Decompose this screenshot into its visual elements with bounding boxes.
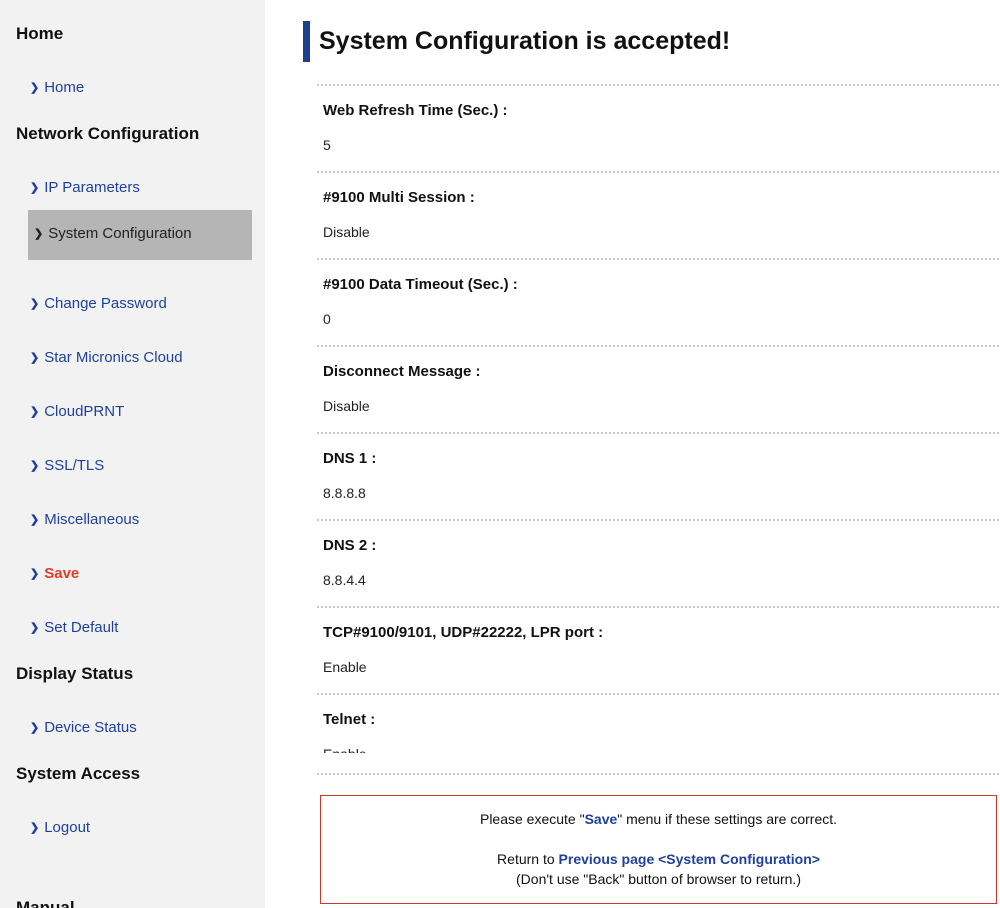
setting-label: Telnet : bbox=[323, 710, 1000, 729]
sidebar: Home ❯ Home Network Configuration ❯ IP Par… bbox=[0, 0, 265, 908]
setting-row-dns-2: DNS 2 : 8.8.4.4 bbox=[317, 519, 1000, 606]
setting-value: 8.8.4.4 bbox=[323, 571, 1000, 589]
chevron-right-icon: ❯ bbox=[30, 182, 39, 194]
sidebar-item-label: Star Micronics Cloud bbox=[44, 349, 182, 366]
chevron-right-icon: ❯ bbox=[30, 722, 39, 734]
main-content: System Configuration is accepted! Web Re… bbox=[303, 0, 1000, 904]
setting-row-disconnect-message: Disconnect Message : Disable bbox=[317, 345, 1000, 432]
notice-box: Please execute "Save" menu if these sett… bbox=[320, 795, 997, 904]
sidebar-item-device-status[interactable]: ❯ Device Status bbox=[30, 719, 265, 738]
setting-label: TCP#9100/9101, UDP#22222, LPR port : bbox=[323, 623, 1000, 642]
notice-text: Please execute " bbox=[480, 811, 585, 827]
sidebar-item-cloudprnt[interactable]: ❯ CloudPRNT bbox=[30, 403, 265, 422]
chevron-right-icon: ❯ bbox=[30, 568, 39, 580]
sidebar-item-save[interactable]: ❯ Save bbox=[30, 565, 265, 584]
sidebar-item-label: Miscellaneous bbox=[44, 511, 139, 528]
sidebar-heading-display-status: Display Status bbox=[16, 664, 265, 684]
chevron-right-icon: ❯ bbox=[30, 514, 39, 526]
chevron-right-icon: ❯ bbox=[30, 460, 39, 472]
sidebar-item-miscellaneous[interactable]: ❯ Miscellaneous bbox=[30, 511, 265, 530]
setting-label: Disconnect Message : bbox=[323, 362, 1000, 381]
setting-row-9100-data-timeout-sec: #9100 Data Timeout (Sec.) : 0 bbox=[317, 258, 1000, 345]
sidebar-item-label: Device Status bbox=[44, 719, 137, 736]
setting-row-9100-multi-session: #9100 Multi Session : Disable bbox=[317, 171, 1000, 258]
notice-text: Return to bbox=[497, 851, 558, 867]
chevron-right-icon: ❯ bbox=[30, 622, 39, 634]
dotted-divider bbox=[317, 773, 1000, 775]
sidebar-item-change-password[interactable]: ❯ Change Password bbox=[30, 295, 265, 314]
setting-row-telnet: Telnet : Enable bbox=[317, 693, 1000, 753]
sidebar-heading-manual: Manual bbox=[16, 898, 265, 908]
notice-line-2: Return to Previous page <System Configur… bbox=[331, 849, 986, 869]
setting-row-dns-1: DNS 1 : 8.8.8.8 bbox=[317, 432, 1000, 519]
chevron-right-icon: ❯ bbox=[34, 228, 43, 240]
setting-row-web-refresh-time-sec: Web Refresh Time (Sec.) : 5 bbox=[317, 84, 1000, 171]
page-title: System Configuration is accepted! bbox=[319, 21, 730, 62]
previous-page-link[interactable]: Previous page <System Configuration> bbox=[559, 851, 820, 867]
notice-spacer bbox=[331, 829, 986, 849]
setting-value: Enable bbox=[323, 745, 1000, 753]
sidebar-item-label: Set Default bbox=[44, 619, 118, 636]
setting-label: #9100 Data Timeout (Sec.) : bbox=[323, 275, 1000, 294]
sidebar-item-home[interactable]: ❯ Home bbox=[30, 79, 265, 98]
setting-row-tcp-9100-9101-udp-22222-lpr-port: TCP#9100/9101, UDP#22222, LPR port : Ena… bbox=[317, 606, 1000, 693]
sidebar-item-ssl-tls[interactable]: ❯ SSL/TLS bbox=[30, 457, 265, 476]
sidebar-item-label: Home bbox=[44, 79, 84, 96]
title-accent-bar bbox=[303, 21, 310, 62]
sidebar-section: Manual bbox=[0, 898, 265, 908]
sidebar-item-star-micronics-cloud[interactable]: ❯ Star Micronics Cloud bbox=[30, 349, 265, 368]
setting-label: Web Refresh Time (Sec.) : bbox=[323, 101, 1000, 120]
sidebar-heading-network-configuration: Network Configuration bbox=[16, 124, 265, 144]
setting-label: #9100 Multi Session : bbox=[323, 188, 1000, 207]
sidebar-item-label: Logout bbox=[44, 819, 90, 836]
sidebar-item-system-configuration[interactable]: ❯ System Configuration bbox=[28, 210, 252, 260]
setting-value: 5 bbox=[323, 136, 1000, 154]
setting-value: 8.8.8.8 bbox=[323, 484, 1000, 502]
sidebar-item-logout[interactable]: ❯ Logout bbox=[30, 819, 265, 838]
sidebar-heading-system-access: System Access bbox=[16, 764, 265, 784]
sidebar-item-label: Save bbox=[44, 565, 79, 582]
setting-label: DNS 1 : bbox=[323, 449, 1000, 468]
chevron-right-icon: ❯ bbox=[30, 82, 39, 94]
title-row: System Configuration is accepted! bbox=[303, 21, 1000, 62]
sidebar-heading-home: Home bbox=[16, 24, 265, 44]
setting-value: 0 bbox=[323, 310, 1000, 328]
chevron-right-icon: ❯ bbox=[30, 298, 39, 310]
sidebar-item-label: CloudPRNT bbox=[44, 403, 124, 420]
setting-value: Disable bbox=[323, 397, 1000, 415]
notice-line-1: Please execute "Save" menu if these sett… bbox=[331, 809, 986, 829]
save-menu-link[interactable]: Save bbox=[585, 811, 618, 827]
sidebar-item-set-default[interactable]: ❯ Set Default bbox=[30, 619, 265, 638]
sidebar-section: Home ❯ Home bbox=[0, 24, 265, 98]
settings-list: Web Refresh Time (Sec.) : 5 #9100 Multi … bbox=[317, 84, 1000, 753]
sidebar-item-label: IP Parameters bbox=[44, 179, 140, 196]
sidebar-item-label: Change Password bbox=[44, 295, 167, 312]
sidebar-item-label: SSL/TLS bbox=[44, 457, 104, 474]
setting-value: Disable bbox=[323, 223, 1000, 241]
sidebar-item-ip-parameters[interactable]: ❯ IP Parameters bbox=[30, 179, 265, 198]
notice-text: " menu if these settings are correct. bbox=[617, 811, 837, 827]
notice-line-3: (Don't use "Back" button of browser to r… bbox=[331, 869, 986, 889]
sidebar-section: Network Configuration ❯ IP Parameters ❯ Sy… bbox=[0, 124, 265, 638]
chevron-right-icon: ❯ bbox=[30, 406, 39, 418]
sidebar-item-label: System Configuration bbox=[48, 225, 191, 242]
sidebar-section: Display Status ❯ Device Status bbox=[0, 664, 265, 738]
setting-value: Enable bbox=[323, 658, 1000, 676]
chevron-right-icon: ❯ bbox=[30, 822, 39, 834]
sidebar-section: System Access ❯ Logout bbox=[0, 764, 265, 838]
chevron-right-icon: ❯ bbox=[30, 352, 39, 364]
setting-label: DNS 2 : bbox=[323, 536, 1000, 555]
